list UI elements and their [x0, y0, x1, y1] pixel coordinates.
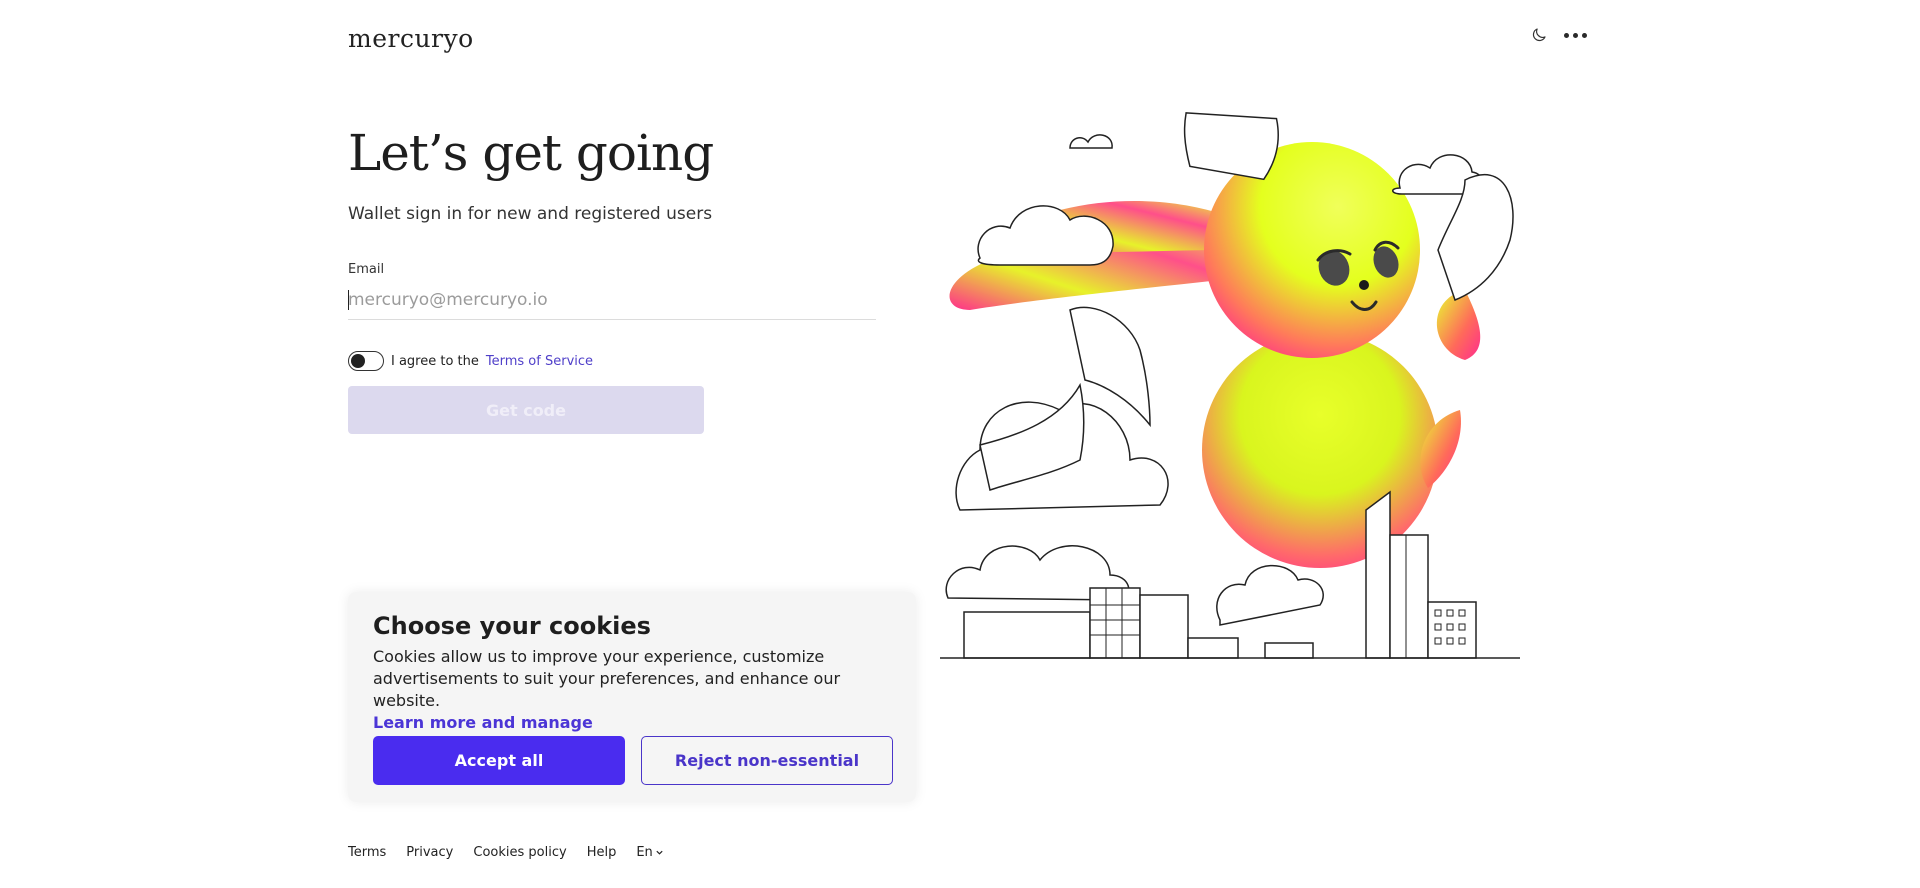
cloud-bottom-mid — [1216, 564, 1324, 626]
header-actions — [1530, 26, 1587, 44]
toggle-knob — [351, 354, 365, 368]
cookie-title: Choose your cookies — [373, 612, 651, 640]
agreement-text: I agree to the — [391, 353, 479, 369]
bunny-tail-upper — [1436, 290, 1481, 360]
building-tower — [1365, 490, 1391, 659]
cookie-actions: Accept all Reject non-essential — [373, 736, 893, 785]
bunny-body — [1202, 332, 1438, 568]
learn-more-link[interactable]: Learn more and manage — [373, 712, 891, 734]
building-4 — [1187, 637, 1239, 659]
accept-all-button[interactable]: Accept all — [373, 736, 625, 785]
bill-top — [1183, 112, 1279, 181]
cookie-description: Cookies allow us to improve your experie… — [373, 647, 841, 710]
get-code-button[interactable]: Get code — [348, 386, 704, 434]
building-5 — [1264, 642, 1314, 659]
language-label: En — [636, 845, 653, 860]
email-label: Email — [348, 262, 385, 277]
terms-of-service-link[interactable]: Terms of Service — [486, 354, 593, 369]
footer-link-cookies-policy[interactable]: Cookies policy — [473, 845, 566, 860]
text-caret — [348, 290, 349, 310]
footer-link-help[interactable]: Help — [587, 845, 617, 860]
page-title: Let’s get going — [348, 124, 714, 182]
more-dots-icon[interactable] — [1564, 32, 1587, 38]
reject-non-essential-button[interactable]: Reject non-essential — [641, 736, 893, 785]
building-2 — [1089, 587, 1141, 659]
footer: Terms Privacy Cookies policy Help En — [348, 845, 664, 860]
cloud-small-top — [1069, 134, 1113, 149]
cookie-banner: Choose your cookies Cookies allow us to … — [348, 592, 916, 802]
footer-link-privacy[interactable]: Privacy — [406, 845, 453, 860]
language-selector[interactable]: En — [636, 845, 663, 860]
chevron-down-icon — [656, 850, 663, 855]
building-1 — [963, 611, 1091, 659]
footer-link-terms[interactable]: Terms — [348, 845, 386, 860]
terms-agreement: I agree to the Terms of Service — [348, 351, 593, 371]
moon-icon[interactable] — [1530, 26, 1548, 44]
building-7 — [1389, 534, 1429, 659]
terms-toggle[interactable] — [348, 351, 384, 371]
bunny-city-illustration — [940, 112, 1520, 659]
page-subtitle: Wallet sign in for new and registered us… — [348, 204, 713, 224]
logo[interactable]: mercuryo — [348, 24, 474, 53]
building-3 — [1139, 594, 1189, 659]
email-field[interactable] — [348, 286, 876, 320]
